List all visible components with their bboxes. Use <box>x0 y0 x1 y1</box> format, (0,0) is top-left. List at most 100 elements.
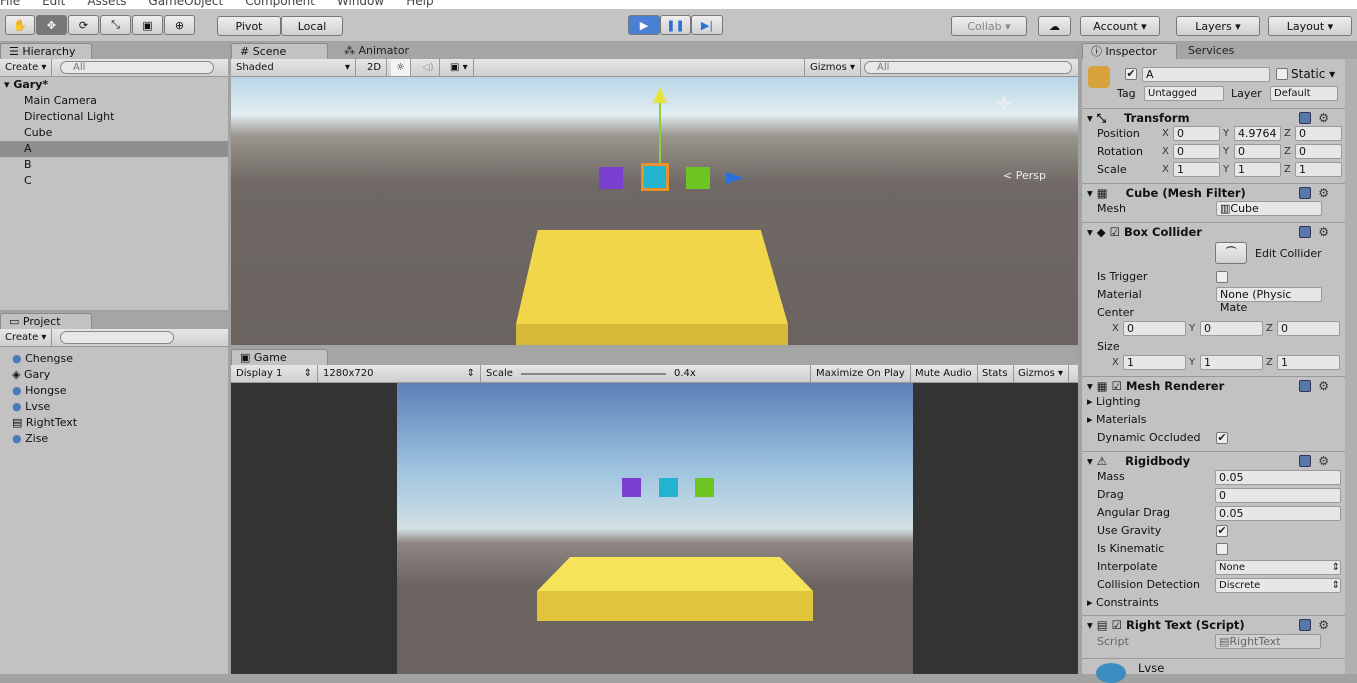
mesh-filter-header[interactable]: ▾ ▦ Cube (Mesh Filter) ⚙ <box>1082 183 1345 201</box>
collision-detection-dropdown[interactable]: Discrete ⇕ <box>1215 578 1341 593</box>
edit-collider-button[interactable]: ⏜ <box>1215 242 1247 264</box>
lighting-foldout[interactable]: ▸ Lighting <box>1087 394 1141 410</box>
is-trigger-checkbox[interactable] <box>1216 271 1228 283</box>
rigidbody-header[interactable]: ▾ ⚠ Rigidbody ⚙ <box>1082 451 1345 469</box>
cube-b[interactable] <box>599 167 623 189</box>
scale-tool-button[interactable]: ⤡ <box>100 15 131 35</box>
collab-button[interactable]: Collab ▾ <box>951 16 1027 36</box>
step-button[interactable]: ▶| <box>691 15 723 35</box>
project-item[interactable]: ● Chengse <box>0 351 228 367</box>
help-icon[interactable] <box>1299 455 1311 467</box>
cy-field[interactable]: 0 <box>1200 321 1263 336</box>
layer-dropdown[interactable]: Default <box>1270 86 1338 101</box>
help-icon[interactable] <box>1299 226 1311 238</box>
scene-root[interactable]: ▾ Gary* <box>0 77 228 93</box>
game-viewport[interactable] <box>231 383 1078 674</box>
interpolate-dropdown[interactable]: None ⇕ <box>1215 560 1341 575</box>
materials-foldout[interactable]: ▸ Materials <box>1087 412 1146 428</box>
gear-icon[interactable]: ⚙ <box>1318 223 1329 241</box>
cube-c[interactable] <box>686 167 710 189</box>
project-search-input[interactable] <box>60 331 174 344</box>
x-axis-handle[interactable] <box>726 172 744 184</box>
z-field[interactable]: 1 <box>1295 162 1342 177</box>
account-dropdown[interactable]: Account ▾ <box>1080 16 1160 36</box>
orientation-gizmo[interactable]: ✛ <box>996 92 1013 116</box>
box-collider-header[interactable]: ▾ ◆ ☑ Box Collider ⚙ <box>1082 222 1345 240</box>
x-field[interactable]: 1 <box>1173 162 1220 177</box>
cx-field[interactable]: 0 <box>1123 321 1186 336</box>
scale-slider[interactable] <box>521 373 666 375</box>
sy-field[interactable]: 1 <box>1200 355 1263 370</box>
mesh-field[interactable]: ▥Cube <box>1216 201 1322 216</box>
hierarchy-search-input[interactable]: All <box>60 61 214 74</box>
hierarchy-item[interactable]: Directional Light <box>0 109 228 125</box>
scene-search-input[interactable]: All <box>864 61 1072 74</box>
use-gravity-checkbox[interactable]: ✔ <box>1216 525 1228 537</box>
y-axis-handle[interactable] <box>653 87 667 103</box>
project-create-button[interactable]: Create ▾ <box>0 329 53 346</box>
tab-hierarchy[interactable]: ☰ Hierarchy <box>0 43 92 59</box>
layout-dropdown[interactable]: Layout ▾ <box>1268 16 1352 36</box>
hierarchy-item[interactable]: Main Camera <box>0 93 228 109</box>
tab-inspector[interactable]: ⓘ Inspector <box>1082 43 1177 59</box>
mesh-renderer-header[interactable]: ▾ ▦ ☑ Mesh Renderer ⚙ <box>1082 376 1345 394</box>
pivot-button[interactable]: Pivot <box>217 16 281 36</box>
is-kinematic-checkbox[interactable] <box>1216 543 1228 555</box>
help-icon[interactable] <box>1299 619 1311 631</box>
mute-audio-toggle[interactable]: Mute Audio <box>910 365 978 382</box>
lighting-toggle[interactable]: ☼ <box>391 59 411 76</box>
physic-material-field[interactable]: None (Physic Mate <box>1216 287 1322 314</box>
menu-file[interactable]: File <box>0 0 20 8</box>
2d-toggle[interactable]: 2D <box>362 59 388 76</box>
help-icon[interactable] <box>1299 187 1311 199</box>
move-tool-button[interactable]: ✥ <box>36 15 67 35</box>
dynamic-occluded-checkbox[interactable]: ✔ <box>1216 432 1228 444</box>
transform-tool-button[interactable]: ⊕ <box>164 15 195 35</box>
constraints-foldout[interactable]: ▸ Constraints <box>1087 595 1159 611</box>
local-button[interactable]: Local <box>281 16 343 36</box>
tab-project[interactable]: ▭ Project <box>0 313 92 329</box>
gear-icon[interactable]: ⚙ <box>1318 377 1329 395</box>
create-button[interactable]: Create ▾ <box>0 59 53 76</box>
tab-animator[interactable]: ⁂ Animator <box>336 43 417 59</box>
maximize-on-play-toggle[interactable]: Maximize On Play <box>810 365 911 382</box>
cloud-button[interactable]: ☁ <box>1038 16 1071 36</box>
play-button[interactable]: ▶ <box>628 15 660 35</box>
project-item[interactable]: ● Lvse <box>0 399 228 415</box>
hierarchy-item-selected[interactable]: A <box>0 141 228 157</box>
shading-dropdown[interactable]: Shaded ▾ <box>231 59 356 76</box>
project-item[interactable]: ● Zise <box>0 431 228 447</box>
cz-field[interactable]: 0 <box>1277 321 1340 336</box>
x-field[interactable]: 0 <box>1173 126 1220 141</box>
cube-a-selected[interactable] <box>641 163 669 191</box>
gear-icon[interactable]: ⚙ <box>1318 109 1329 127</box>
static-checkbox[interactable] <box>1276 68 1288 80</box>
x-field[interactable]: 0 <box>1173 144 1220 159</box>
menu-window[interactable]: Window <box>337 0 384 8</box>
sx-field[interactable]: 1 <box>1123 355 1186 370</box>
menu-component[interactable]: Component <box>245 0 315 8</box>
tag-dropdown[interactable]: Untagged <box>1144 86 1224 101</box>
gear-icon[interactable]: ⚙ <box>1318 452 1329 470</box>
gear-icon[interactable]: ⚙ <box>1318 184 1329 202</box>
scene-viewport[interactable]: ✛ < Persp <box>231 77 1078 345</box>
name-field[interactable]: A <box>1142 67 1270 82</box>
display-dropdown[interactable]: Display 1 ⇕ <box>231 365 318 382</box>
tab-game[interactable]: ▣ Game <box>231 349 328 365</box>
menu-assets[interactable]: Assets <box>87 0 126 8</box>
angular-drag-field[interactable]: 0.05 <box>1215 506 1341 521</box>
resolution-dropdown[interactable]: 1280x720 ⇕ <box>318 365 481 382</box>
rotate-tool-button[interactable]: ⟳ <box>68 15 99 35</box>
menu-help[interactable]: Help <box>406 0 433 8</box>
help-icon[interactable] <box>1299 380 1311 392</box>
scale-control[interactable]: Scale 0.4x <box>481 365 809 382</box>
menu-gameobject[interactable]: GameObject <box>148 0 223 8</box>
script-header[interactable]: ▾ ▤ ☑ Right Text (Script) ⚙ <box>1082 615 1345 633</box>
z-field[interactable]: 0 <box>1295 126 1342 141</box>
active-checkbox[interactable]: ✔ <box>1125 68 1137 80</box>
project-item[interactable]: ▤ RightText <box>0 415 228 431</box>
y-field[interactable]: 4.9764 <box>1234 126 1281 141</box>
y-field[interactable]: 0 <box>1234 144 1281 159</box>
drag-field[interactable]: 0 <box>1215 488 1341 503</box>
tab-scene[interactable]: # Scene <box>231 43 328 59</box>
